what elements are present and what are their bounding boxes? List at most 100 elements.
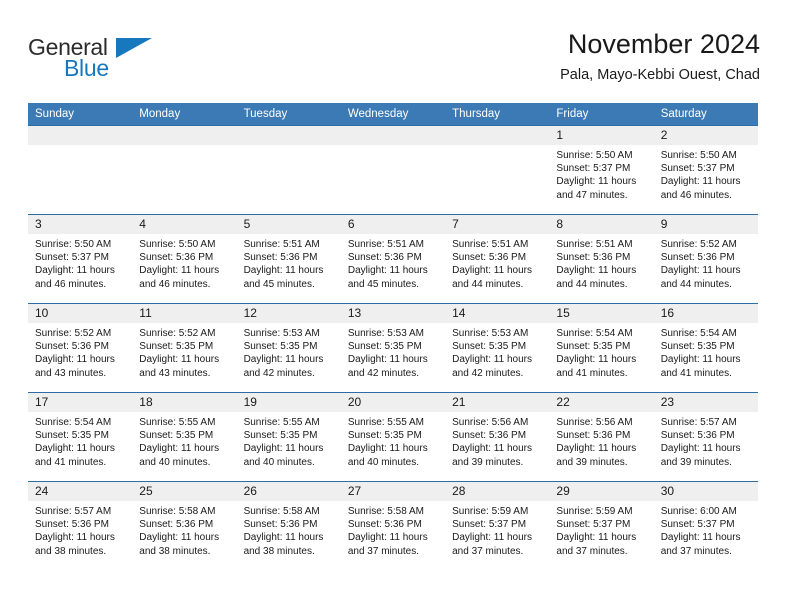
day-number: 2 [653, 126, 758, 145]
calendar-empty-cell [28, 125, 133, 215]
sunset-text: Sunset: 5:36 PM [660, 430, 735, 442]
day-cell-inner: 3 Sunrise: 5:50 AM Sunset: 5:37 PM Daylight… [28, 215, 133, 303]
sunset-text: Sunset: 5:36 PM [35, 519, 109, 531]
day-cell-inner [28, 126, 133, 214]
calendar-day-cell[interactable]: 23 Sunrise: 5:57 AM Sunset: 5:36 PM Dayligh… [653, 392, 758, 482]
calendar-day-cell[interactable]: 14 Sunrise: 5:53 AM Sunset: 5:35 PM Dayligh… [445, 303, 550, 393]
sunrise-text: Sunrise: 5:51 AM [556, 239, 633, 250]
day-details: Sunrise: 5:51 AM Sunset: 5:36 PM Daylight:… [341, 234, 445, 291]
calendar-day-cell[interactable]: 20 Sunrise: 5:55 AM Sunset: 5:35 PM Dayligh… [340, 392, 446, 482]
calendar-empty-cell [236, 125, 341, 215]
calendar-day-cell[interactable]: 19 Sunrise: 5:55 AM Sunset: 5:35 PM Dayligh… [236, 392, 341, 482]
sunrise-text: Sunrise: 5:55 AM [347, 417, 424, 428]
day-number: 21 [445, 393, 550, 412]
day-cell-inner: 20 Sunrise: 5:55 AM Sunset: 5:35 PM Dayligh… [340, 393, 446, 481]
generalblue-logo[interactable]: General Blue [28, 34, 248, 90]
calendar-day-cell[interactable]: 6 Sunrise: 5:51 AM Sunset: 5:36 PM Daylight… [340, 214, 446, 304]
daylight-text: Daylight: 11 hours and 43 minutes. [139, 354, 220, 379]
sunrise-text: Sunrise: 5:52 AM [139, 328, 216, 339]
calendar-day-cell[interactable]: 25 Sunrise: 5:58 AM Sunset: 5:36 PM Dayligh… [132, 481, 237, 570]
day-number: 12 [236, 304, 341, 323]
page-subtitle: Pala, Mayo-Kebbi Ouest, Chad [560, 67, 760, 83]
calendar-day-cell[interactable]: 16 Sunrise: 5:54 AM Sunset: 5:35 PM Dayligh… [653, 303, 758, 393]
sunrise-text: Sunrise: 5:50 AM [556, 150, 633, 161]
day-number [28, 126, 133, 145]
weekday-header-monday: Monday [132, 103, 237, 126]
sunset-text: Sunset: 5:36 PM [660, 252, 735, 264]
sunrise-text: Sunrise: 5:57 AM [35, 506, 112, 517]
sunset-text: Sunset: 5:35 PM [35, 430, 109, 442]
day-details: Sunrise: 5:51 AM Sunset: 5:36 PM Daylight:… [549, 234, 653, 291]
day-number: 15 [549, 304, 654, 323]
sunrise-text: Sunrise: 5:56 AM [452, 417, 529, 428]
daylight-text: Daylight: 11 hours and 37 minutes. [660, 532, 741, 557]
sunrise-text: Sunrise: 5:58 AM [139, 506, 216, 517]
calendar-day-cell[interactable]: 18 Sunrise: 5:55 AM Sunset: 5:35 PM Dayligh… [132, 392, 237, 482]
day-details: Sunrise: 5:51 AM Sunset: 5:36 PM Daylight:… [445, 234, 549, 291]
calendar-day-cell[interactable]: 1 Sunrise: 5:50 AM Sunset: 5:37 PM Daylight… [549, 125, 654, 215]
day-details: Sunrise: 5:52 AM Sunset: 5:35 PM Daylight:… [132, 323, 236, 380]
day-number: 14 [445, 304, 550, 323]
calendar-week-row: 1 Sunrise: 5:50 AM Sunset: 5:37 PM Daylight… [28, 125, 758, 215]
calendar-day-cell[interactable]: 3 Sunrise: 5:50 AM Sunset: 5:37 PM Daylight… [28, 214, 133, 304]
day-details: Sunrise: 6:00 AM Sunset: 5:37 PM Daylight:… [654, 501, 758, 558]
day-cell-inner: 11 Sunrise: 5:52 AM Sunset: 5:35 PM Dayligh… [132, 304, 237, 392]
day-number [132, 126, 237, 145]
calendar-day-cell[interactable]: 12 Sunrise: 5:53 AM Sunset: 5:35 PM Dayligh… [236, 303, 341, 393]
page-title: November 2024 [567, 29, 760, 59]
daylight-text: Daylight: 11 hours and 38 minutes. [243, 532, 324, 557]
daylight-text: Daylight: 11 hours and 41 minutes. [35, 443, 115, 468]
daylight-text: Daylight: 11 hours and 44 minutes. [452, 265, 532, 290]
day-cell-inner: 10 Sunrise: 5:52 AM Sunset: 5:36 PM Dayligh… [28, 304, 133, 392]
day-cell-inner [340, 126, 446, 214]
day-number: 1 [549, 126, 654, 145]
calendar-day-cell[interactable]: 30 Sunrise: 6:00 AM Sunset: 5:37 PM Dayligh… [653, 481, 758, 570]
sunrise-text: Sunrise: 5:57 AM [660, 417, 737, 428]
calendar-day-cell[interactable]: 4 Sunrise: 5:50 AM Sunset: 5:36 PM Daylight… [132, 214, 237, 304]
calendar-day-cell[interactable]: 9 Sunrise: 5:52 AM Sunset: 5:36 PM Daylight… [653, 214, 758, 304]
day-cell-inner [445, 126, 550, 214]
calendar-day-cell[interactable]: 13 Sunrise: 5:53 AM Sunset: 5:35 PM Dayligh… [340, 303, 446, 393]
sunrise-text: Sunrise: 6:00 AM [660, 506, 737, 517]
calendar-day-cell[interactable]: 29 Sunrise: 5:59 AM Sunset: 5:37 PM Dayligh… [549, 481, 654, 570]
day-cell-inner: 26 Sunrise: 5:58 AM Sunset: 5:36 PM Dayligh… [236, 482, 341, 570]
calendar-day-cell[interactable]: 26 Sunrise: 5:58 AM Sunset: 5:36 PM Dayligh… [236, 481, 341, 570]
day-cell-inner: 6 Sunrise: 5:51 AM Sunset: 5:36 PM Daylight… [340, 215, 446, 303]
calendar-day-cell[interactable]: 24 Sunrise: 5:57 AM Sunset: 5:36 PM Dayligh… [28, 481, 133, 570]
daylight-text: Daylight: 11 hours and 38 minutes. [139, 532, 220, 557]
calendar-day-cell[interactable]: 28 Sunrise: 5:59 AM Sunset: 5:37 PM Dayligh… [445, 481, 550, 570]
day-number: 26 [236, 482, 341, 501]
sunset-text: Sunset: 5:36 PM [347, 519, 422, 531]
calendar-day-cell[interactable]: 5 Sunrise: 5:51 AM Sunset: 5:36 PM Daylight… [236, 214, 341, 304]
daylight-text: Daylight: 11 hours and 40 minutes. [139, 443, 220, 468]
day-details: Sunrise: 5:59 AM Sunset: 5:37 PM Daylight:… [445, 501, 549, 558]
day-cell-inner: 24 Sunrise: 5:57 AM Sunset: 5:36 PM Dayligh… [28, 482, 133, 570]
calendar-page: General Blue November 2024 Pala, Mayo-Ke… [0, 0, 792, 612]
calendar-day-cell[interactable]: 27 Sunrise: 5:58 AM Sunset: 5:36 PM Dayligh… [340, 481, 446, 570]
calendar-day-cell[interactable]: 21 Sunrise: 5:56 AM Sunset: 5:36 PM Dayligh… [445, 392, 550, 482]
calendar-day-cell[interactable]: 8 Sunrise: 5:51 AM Sunset: 5:36 PM Daylight… [549, 214, 654, 304]
sunset-text: Sunset: 5:36 PM [452, 252, 527, 264]
day-number: 13 [340, 304, 446, 323]
calendar-day-cell[interactable]: 22 Sunrise: 5:56 AM Sunset: 5:36 PM Dayligh… [549, 392, 654, 482]
page-header: General Blue November 2024 Pala, Mayo-Ke… [28, 28, 760, 96]
calendar-day-cell[interactable]: 11 Sunrise: 5:52 AM Sunset: 5:35 PM Dayligh… [132, 303, 237, 393]
calendar-day-cell[interactable]: 10 Sunrise: 5:52 AM Sunset: 5:36 PM Dayligh… [28, 303, 133, 393]
calendar-empty-cell [340, 125, 446, 215]
daylight-text: Daylight: 11 hours and 42 minutes. [347, 354, 428, 379]
sunset-text: Sunset: 5:36 PM [556, 430, 631, 442]
day-details: Sunrise: 5:54 AM Sunset: 5:35 PM Daylight:… [549, 323, 653, 380]
sunset-text: Sunset: 5:35 PM [556, 341, 631, 353]
sunrise-text: Sunrise: 5:54 AM [660, 328, 737, 339]
sunset-text: Sunset: 5:35 PM [139, 430, 214, 442]
calendar-day-cell[interactable]: 7 Sunrise: 5:51 AM Sunset: 5:36 PM Daylight… [445, 214, 550, 304]
day-number: 9 [653, 215, 758, 234]
calendar-day-cell[interactable]: 15 Sunrise: 5:54 AM Sunset: 5:35 PM Dayligh… [549, 303, 654, 393]
calendar-day-cell[interactable]: 17 Sunrise: 5:54 AM Sunset: 5:35 PM Dayligh… [28, 392, 133, 482]
weekday-header-saturday: Saturday [653, 103, 758, 126]
calendar-day-cell[interactable]: 2 Sunrise: 5:50 AM Sunset: 5:37 PM Daylight… [653, 125, 758, 215]
calendar-empty-cell [445, 125, 550, 215]
day-details: Sunrise: 5:57 AM Sunset: 5:36 PM Daylight:… [28, 501, 132, 558]
sunset-text: Sunset: 5:35 PM [243, 430, 318, 442]
day-details: Sunrise: 5:53 AM Sunset: 5:35 PM Daylight:… [445, 323, 549, 380]
